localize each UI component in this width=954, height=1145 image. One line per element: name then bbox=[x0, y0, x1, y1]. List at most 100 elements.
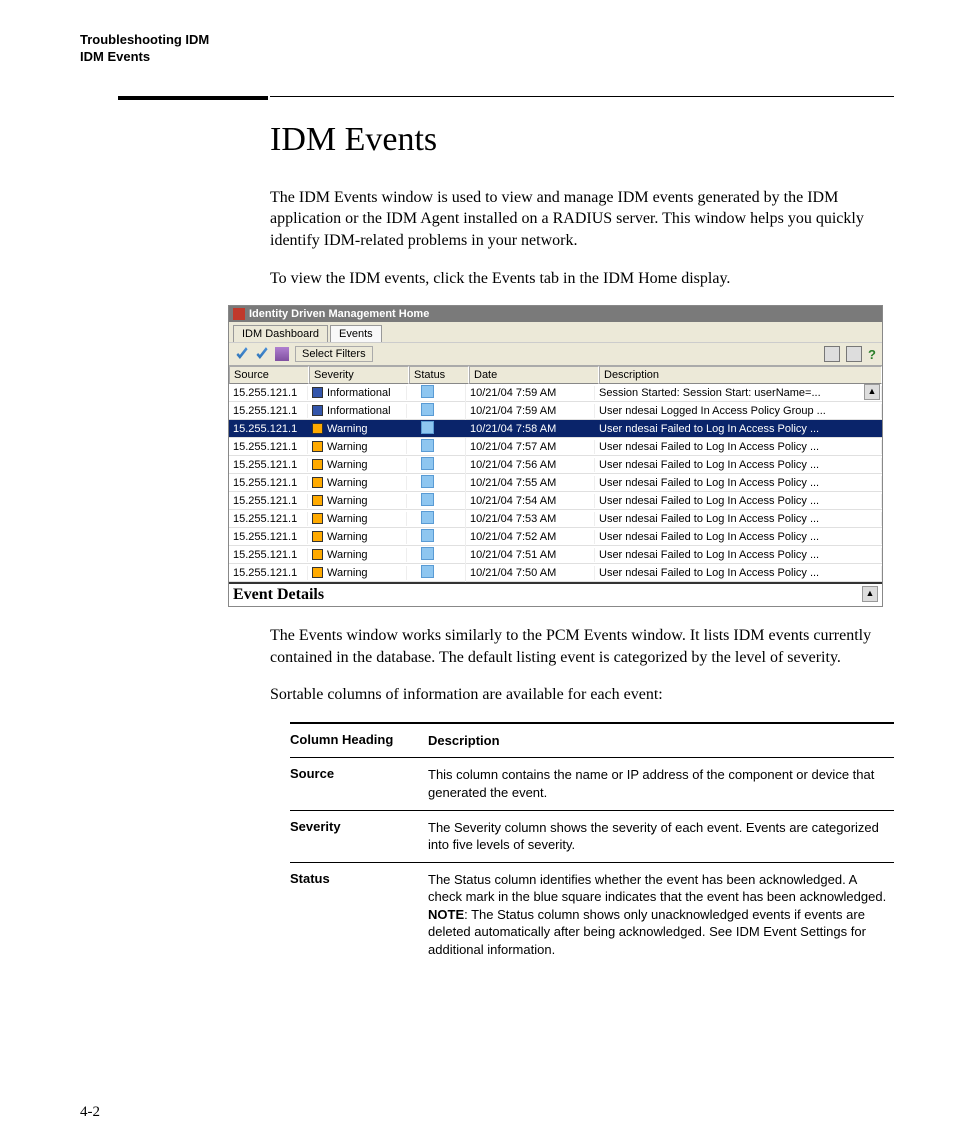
cell-severity: Warning bbox=[308, 440, 407, 454]
print-icon[interactable] bbox=[824, 346, 840, 362]
cell-date: 10/21/04 7:59 AM bbox=[466, 404, 595, 418]
paragraph-3: The Events window works similarly to the… bbox=[270, 625, 894, 668]
desc-row-status: Status The Status column identifies whet… bbox=[290, 862, 894, 967]
cell-description: User ndesai Failed to Log In Access Poli… bbox=[595, 512, 882, 526]
cell-source: 15.255.121.1 bbox=[229, 548, 308, 562]
cell-severity: Warning bbox=[308, 494, 407, 508]
cell-status bbox=[407, 438, 466, 456]
col-status[interactable]: Status bbox=[409, 366, 469, 384]
cell-source: 15.255.121.1 bbox=[229, 422, 308, 436]
cell-date: 10/21/04 7:50 AM bbox=[466, 566, 595, 580]
table-row[interactable]: 15.255.121.1Warning10/21/04 7:56 AMUser … bbox=[229, 456, 882, 474]
cell-status bbox=[407, 384, 466, 402]
table-row[interactable]: 15.255.121.1Informational10/21/04 7:59 A… bbox=[229, 384, 882, 402]
column-description-table: Column Heading Description Source This c… bbox=[290, 722, 894, 966]
cell-source: 15.255.121.1 bbox=[229, 458, 308, 472]
page-number: 4-2 bbox=[80, 1104, 100, 1121]
cell-severity: Informational bbox=[308, 386, 407, 400]
severity-icon bbox=[312, 441, 323, 452]
tab-events[interactable]: Events bbox=[330, 325, 382, 342]
ack-single-icon[interactable] bbox=[235, 347, 249, 361]
cell-source: 15.255.121.1 bbox=[229, 440, 308, 454]
col-date[interactable]: Date bbox=[469, 366, 599, 384]
cell-date: 10/21/04 7:58 AM bbox=[466, 422, 595, 436]
table-row[interactable]: 15.255.121.1Warning10/21/04 7:54 AMUser … bbox=[229, 492, 882, 510]
cell-status bbox=[407, 564, 466, 582]
col-source[interactable]: Source bbox=[229, 366, 309, 384]
status-icon bbox=[421, 421, 434, 434]
severity-icon bbox=[312, 423, 323, 434]
window-titlebar: Identity Driven Management Home bbox=[229, 306, 882, 322]
ack-all-icon[interactable] bbox=[255, 347, 269, 361]
cell-status bbox=[407, 402, 466, 420]
cell-description: User ndesai Failed to Log In Access Poli… bbox=[595, 440, 882, 454]
status-icon bbox=[421, 511, 434, 524]
cell-description: User ndesai Failed to Log In Access Poli… bbox=[595, 530, 882, 544]
severity-icon bbox=[312, 405, 323, 416]
table-row[interactable]: 15.255.121.1Warning10/21/04 7:53 AMUser … bbox=[229, 510, 882, 528]
divider bbox=[80, 96, 894, 97]
cell-description: User ndesai Failed to Log In Access Poli… bbox=[595, 458, 882, 472]
cell-date: 10/21/04 7:55 AM bbox=[466, 476, 595, 490]
cell-status bbox=[407, 420, 466, 438]
table-row[interactable]: 15.255.121.1Warning10/21/04 7:50 AMUser … bbox=[229, 564, 882, 582]
severity-icon bbox=[312, 459, 323, 470]
status-icon bbox=[421, 403, 434, 416]
details-scroll-up-icon[interactable]: ▲ bbox=[862, 586, 878, 602]
events-window-screenshot: Identity Driven Management Home IDM Dash… bbox=[228, 305, 883, 607]
cell-source: 15.255.121.1 bbox=[229, 566, 308, 580]
event-details-panel: Event Details ▲ bbox=[229, 582, 882, 606]
cell-status bbox=[407, 528, 466, 546]
window-icon bbox=[233, 308, 245, 320]
status-icon bbox=[421, 547, 434, 560]
status-note-label: NOTE bbox=[428, 907, 464, 922]
intro-paragraph-2: To view the IDM events, click the Events… bbox=[270, 268, 894, 290]
table-row[interactable]: 15.255.121.1Warning10/21/04 7:52 AMUser … bbox=[229, 528, 882, 546]
cell-date: 10/21/04 7:54 AM bbox=[466, 494, 595, 508]
cell-status bbox=[407, 546, 466, 564]
cell-source: 15.255.121.1 bbox=[229, 476, 308, 490]
table-row[interactable]: 15.255.121.1Warning10/21/04 7:51 AMUser … bbox=[229, 546, 882, 564]
cell-date: 10/21/04 7:52 AM bbox=[466, 530, 595, 544]
table-row[interactable]: 15.255.121.1Warning 10/21/04 7:57 AMUser … bbox=[229, 438, 882, 456]
cell-description: Session Started: Session Start: userName… bbox=[595, 386, 882, 400]
scroll-up-icon[interactable]: ▲ bbox=[864, 384, 880, 400]
status-icon bbox=[421, 475, 434, 488]
multi-ack-icon[interactable] bbox=[275, 347, 289, 361]
help-icon[interactable]: ? bbox=[868, 347, 876, 362]
cell-description: User ndesai Failed to Log In Access Poli… bbox=[595, 422, 882, 436]
cell-source: 15.255.121.1 bbox=[229, 512, 308, 526]
cell-severity: Warning bbox=[308, 476, 407, 490]
desc-header-c1: Column Heading bbox=[290, 732, 428, 750]
severity-icon bbox=[312, 531, 323, 542]
network-icon[interactable] bbox=[846, 346, 862, 362]
grid-body: ▲ 15.255.121.1Informational10/21/04 7:59… bbox=[229, 384, 882, 582]
paragraph-4: Sortable columns of information are avai… bbox=[270, 684, 894, 706]
tab-row: IDM Dashboard Events bbox=[229, 322, 882, 342]
cell-status bbox=[407, 456, 466, 474]
page-header: Troubleshooting IDM IDM Events bbox=[80, 32, 894, 66]
status-icon bbox=[421, 493, 434, 506]
toolbar: Select Filters ? bbox=[229, 342, 882, 366]
cell-source: 15.255.121.1 bbox=[229, 494, 308, 508]
tab-dashboard[interactable]: IDM Dashboard bbox=[233, 325, 328, 342]
severity-icon bbox=[312, 387, 323, 398]
severity-icon bbox=[312, 495, 323, 506]
status-icon bbox=[421, 565, 434, 578]
window-title: Identity Driven Management Home bbox=[249, 308, 429, 320]
status-icon bbox=[421, 529, 434, 542]
desc-row-severity: Severity The Severity column shows the s… bbox=[290, 810, 894, 862]
select-filters-button[interactable]: Select Filters bbox=[295, 346, 373, 362]
status-note-text: : The Status column shows only unacknowl… bbox=[428, 907, 866, 957]
table-row[interactable]: 15.255.121.1Warning10/21/04 7:58 AMUser … bbox=[229, 420, 882, 438]
cell-severity: Warning bbox=[308, 548, 407, 562]
col-description[interactable]: Description bbox=[599, 366, 882, 384]
cell-severity: Warning bbox=[308, 566, 407, 580]
table-row[interactable]: 15.255.121.1Informational10/21/04 7:59 A… bbox=[229, 402, 882, 420]
col-severity[interactable]: Severity bbox=[309, 366, 409, 384]
severity-icon bbox=[312, 513, 323, 524]
cell-date: 10/21/04 7:57 AM bbox=[466, 440, 595, 454]
header-line-2: IDM Events bbox=[80, 49, 894, 66]
table-row[interactable]: 15.255.121.1Warning10/21/04 7:55 AMUser … bbox=[229, 474, 882, 492]
desc-row-source: Source This column contains the name or … bbox=[290, 757, 894, 809]
